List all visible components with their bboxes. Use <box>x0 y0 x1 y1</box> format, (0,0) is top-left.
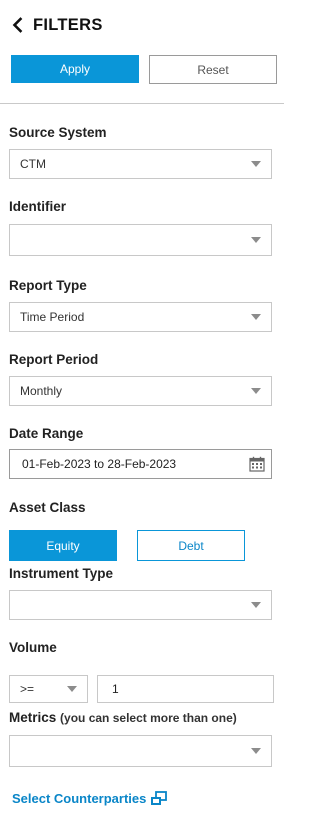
identifier-select[interactable] <box>9 224 272 256</box>
volume-operator-select[interactable]: >= <box>9 675 88 703</box>
volume-operator-value: >= <box>20 682 35 696</box>
metrics-select[interactable] <box>9 735 272 767</box>
date-range-label: Date Range <box>9 426 84 441</box>
chevron-down-icon <box>251 314 261 320</box>
chevron-down-icon <box>67 686 77 692</box>
source-system-select[interactable]: CTM <box>9 149 272 179</box>
asset-class-label: Asset Class <box>9 500 86 515</box>
instrument-type-label: Instrument Type <box>9 566 114 581</box>
external-window-icon <box>150 790 168 806</box>
report-period-value: Monthly <box>20 384 63 398</box>
reset-button[interactable]: Reset <box>149 55 277 84</box>
metrics-label-text: Metrics <box>9 710 57 725</box>
chevron-down-icon <box>251 602 261 608</box>
select-counterparties-label: Select Counterparties <box>12 790 147 806</box>
date-range-input[interactable]: 01-Feb-2023 to 28-Feb-2023 <box>9 449 272 479</box>
chevron-down-icon <box>251 388 261 394</box>
volume-value: 1 <box>112 682 119 696</box>
source-system-label: Source System <box>9 125 107 140</box>
back-header[interactable]: FILTERS <box>11 14 103 36</box>
chevron-left-icon[interactable] <box>11 14 25 36</box>
asset-class-equity-toggle[interactable]: Equity <box>9 530 117 561</box>
report-type-value: Time Period <box>20 310 85 324</box>
report-period-select[interactable]: Monthly <box>9 376 272 406</box>
date-range-value: 01-Feb-2023 to 28-Feb-2023 <box>22 457 177 471</box>
select-counterparties-link[interactable]: Select Counterparties <box>12 789 168 807</box>
apply-button[interactable]: Apply <box>11 55 139 83</box>
identifier-label: Identifier <box>9 199 67 214</box>
divider <box>0 103 284 104</box>
report-period-label: Report Period <box>9 352 99 367</box>
report-type-select[interactable]: Time Period <box>9 302 272 332</box>
volume-input[interactable]: 1 <box>97 675 274 703</box>
metrics-hint: (you can select more than one) <box>60 711 237 725</box>
volume-label: Volume <box>9 640 57 655</box>
chevron-down-icon <box>251 748 261 754</box>
chevron-down-icon <box>251 237 261 243</box>
page-title: FILTERS <box>33 15 103 34</box>
source-system-value: CTM <box>20 157 46 171</box>
metrics-label: Metrics (you can select more than one) <box>9 710 237 725</box>
report-type-label: Report Type <box>9 278 87 293</box>
calendar-icon[interactable] <box>249 456 265 472</box>
instrument-type-select[interactable] <box>9 590 272 620</box>
asset-class-debt-toggle[interactable]: Debt <box>137 530 245 561</box>
chevron-down-icon <box>251 161 261 167</box>
